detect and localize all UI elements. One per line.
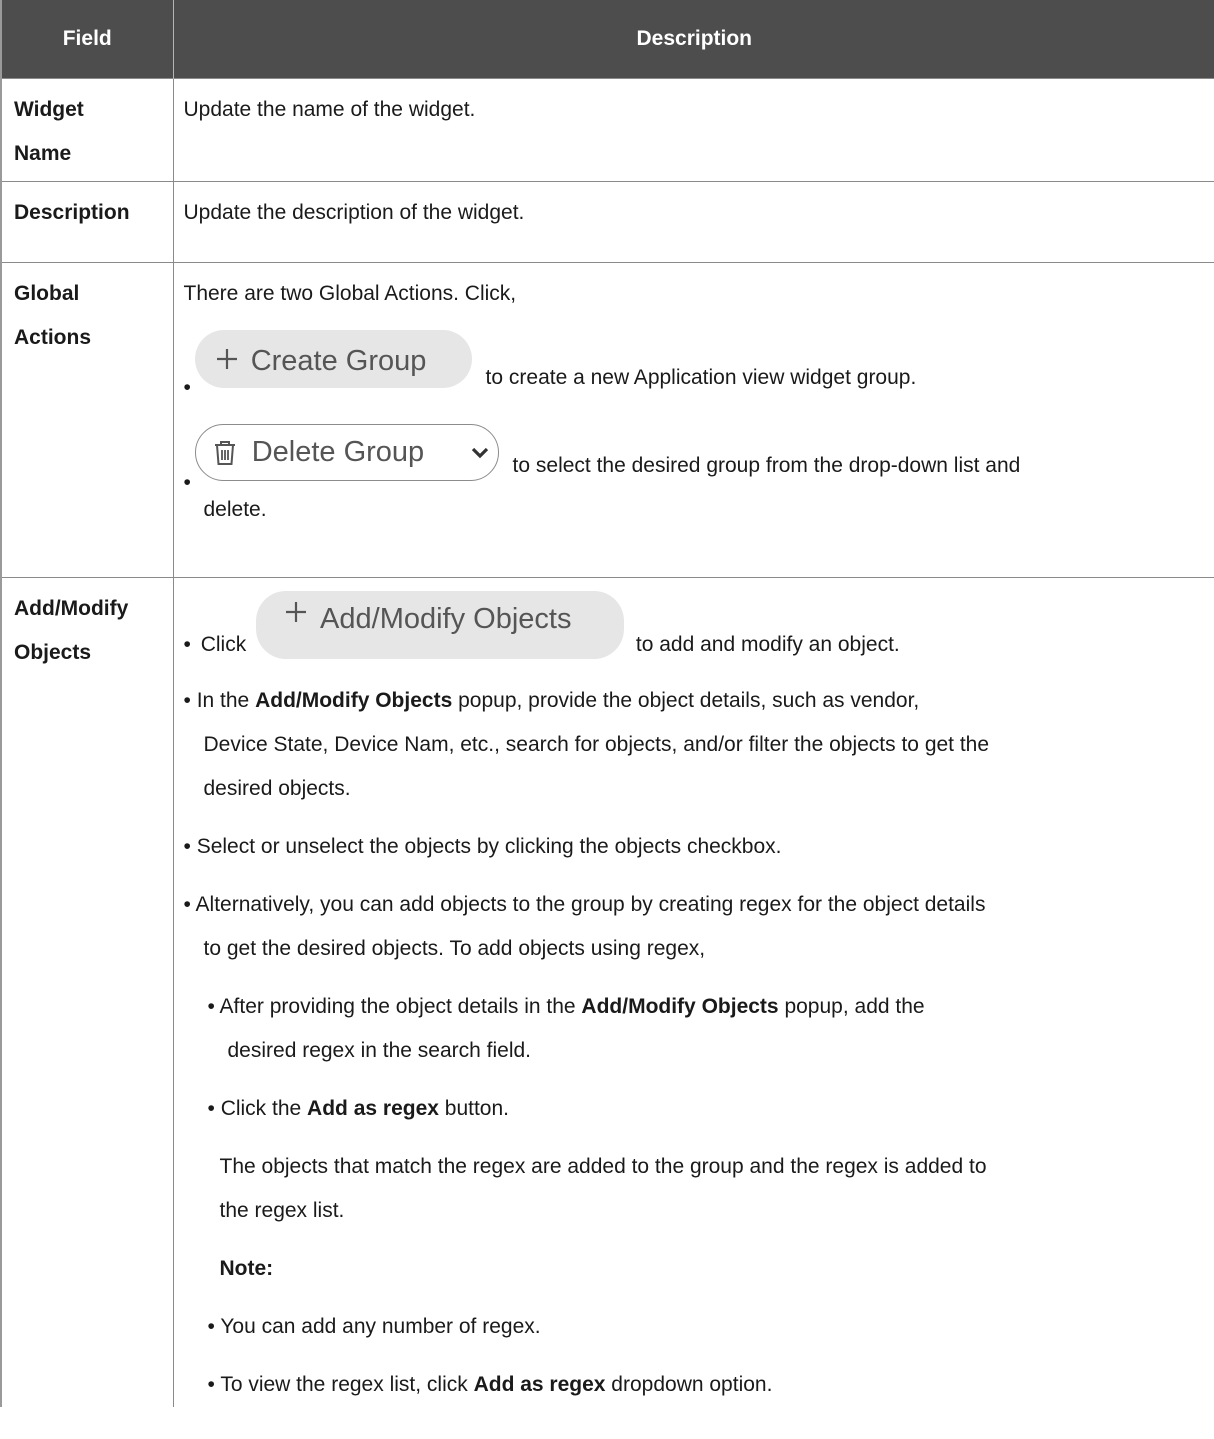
bold-text: Add/Modify Objects bbox=[255, 689, 453, 712]
description-cell: There are two Global Actions. Click, • C… bbox=[173, 262, 1214, 578]
add-modify-objects-label: Add/Modify Objects bbox=[320, 603, 572, 635]
field-cell: Add/Modify Objects bbox=[1, 577, 174, 1407]
create-group-button[interactable]: Create Group bbox=[194, 330, 472, 388]
field-label-line1: Add/Modify bbox=[14, 597, 129, 620]
sub-list-item: • After providing the object details in … bbox=[184, 985, 1208, 1073]
result-paragraph: The objects that match the regex are add… bbox=[184, 1145, 1208, 1233]
text: desired objects. bbox=[203, 777, 351, 800]
description-text: Update the description of the widget. bbox=[183, 201, 525, 224]
header-description: Description bbox=[173, 0, 1214, 79]
field-cell: Global Actions bbox=[1, 262, 174, 578]
note-label: Note: bbox=[184, 1247, 1208, 1291]
note-item: • You can add any number of regex. bbox=[207, 1315, 541, 1338]
field-label: Description bbox=[14, 201, 130, 224]
field-label-line2: Objects bbox=[14, 641, 92, 664]
field-cell: Description bbox=[1, 181, 174, 263]
list-item: • Alternatively, you can add objects to … bbox=[184, 883, 1208, 971]
delete-group-label: Delete Group bbox=[251, 436, 425, 468]
description-text: Update the name of the widget. bbox=[183, 98, 476, 121]
text: Device State, Device Nam, etc., search f… bbox=[203, 733, 990, 756]
text: the regex list. bbox=[219, 1199, 345, 1222]
field-label-line1: Global bbox=[14, 282, 80, 305]
add-modify-line: • Click Add/Modify Objects to add and mo… bbox=[183, 591, 1208, 673]
text: To view the regex list, click bbox=[220, 1373, 474, 1396]
text: You can add any number of regex. bbox=[220, 1315, 541, 1338]
field-label-line2: Name bbox=[14, 142, 72, 165]
chevron-down-icon bbox=[471, 447, 488, 459]
text: Alternatively, you can add objects to th… bbox=[195, 893, 986, 916]
delete-group-line: • Delete Group to select the desired gro… bbox=[184, 424, 1208, 493]
click-prefix: Click bbox=[200, 633, 247, 656]
table-row-global-actions: Global Actions There are two Global Acti… bbox=[1, 262, 1214, 578]
bullet: • bbox=[183, 471, 191, 494]
table-row-description: Description Update the description of th… bbox=[1, 181, 1214, 263]
create-group-text: to create a new Application view widget … bbox=[485, 366, 917, 389]
table-header-row: Field Description bbox=[1, 0, 1214, 79]
trash-icon bbox=[214, 441, 235, 465]
note-label-text: Note: bbox=[219, 1257, 274, 1280]
text: Click the bbox=[220, 1097, 308, 1120]
field-description-table: Field Description Widget Name Update the… bbox=[0, 0, 1214, 1407]
plus-icon bbox=[216, 349, 237, 369]
table-row-add-modify-objects: Add/Modify Objects • Click Add/Modify Ob… bbox=[1, 577, 1214, 1407]
text: The objects that match the regex are add… bbox=[219, 1155, 987, 1178]
add-modify-objects-button[interactable]: Add/Modify Objects bbox=[256, 591, 625, 659]
text: popup, provide the object details, such … bbox=[452, 689, 920, 712]
bold-text: Add/Modify Objects bbox=[581, 995, 779, 1018]
text: Select or unselect the objects by clicki… bbox=[196, 835, 782, 858]
description-cell: Update the description of the widget. bbox=[173, 181, 1214, 263]
text: After providing the object details in th… bbox=[219, 995, 582, 1018]
text: to get the desired objects. To add objec… bbox=[203, 937, 706, 960]
header-field: Field bbox=[1, 0, 174, 79]
create-group-label: Create Group bbox=[250, 345, 427, 377]
description-cell: Update the name of the widget. bbox=[173, 78, 1214, 182]
plus-icon bbox=[286, 602, 307, 622]
add-modify-text: to add and modify an object. bbox=[635, 633, 900, 656]
field-label-line1: Widget bbox=[14, 98, 84, 121]
text: dropdown option. bbox=[605, 1373, 773, 1396]
create-group-line: • Create Group to create a new Applicati… bbox=[183, 330, 1208, 406]
delete-group-text-cont: delete. bbox=[203, 498, 267, 521]
global-actions-intro: There are two Global Actions. Click, bbox=[183, 282, 517, 305]
sub-list-item: • Click the Add as regex button. bbox=[207, 1097, 510, 1120]
table-row-widget-name: Widget Name Update the name of the widge… bbox=[1, 78, 1214, 182]
text: button. bbox=[438, 1097, 509, 1120]
field-cell: Widget Name bbox=[1, 78, 174, 182]
text: In the bbox=[196, 689, 256, 712]
text: desired regex in the search field. bbox=[227, 1039, 532, 1062]
bold-text: Add as regex bbox=[473, 1373, 606, 1396]
bullet: • bbox=[183, 633, 191, 656]
list-item: • In the Add/Modify Objects popup, provi… bbox=[184, 679, 1208, 811]
delete-group-text: to select the desired group from the dro… bbox=[512, 454, 1021, 477]
bold-text: Add as regex bbox=[307, 1097, 439, 1120]
field-label-line2: Actions bbox=[14, 326, 92, 349]
list-item: • Select or unselect the objects by clic… bbox=[183, 835, 782, 858]
description-cell: • Click Add/Modify Objects to add and mo… bbox=[173, 577, 1214, 1407]
text: popup, add the bbox=[778, 995, 925, 1018]
note-item: • To view the regex list, click Add as r… bbox=[207, 1373, 773, 1396]
delete-group-button[interactable]: Delete Group bbox=[194, 424, 499, 481]
bullet: • bbox=[183, 376, 191, 399]
